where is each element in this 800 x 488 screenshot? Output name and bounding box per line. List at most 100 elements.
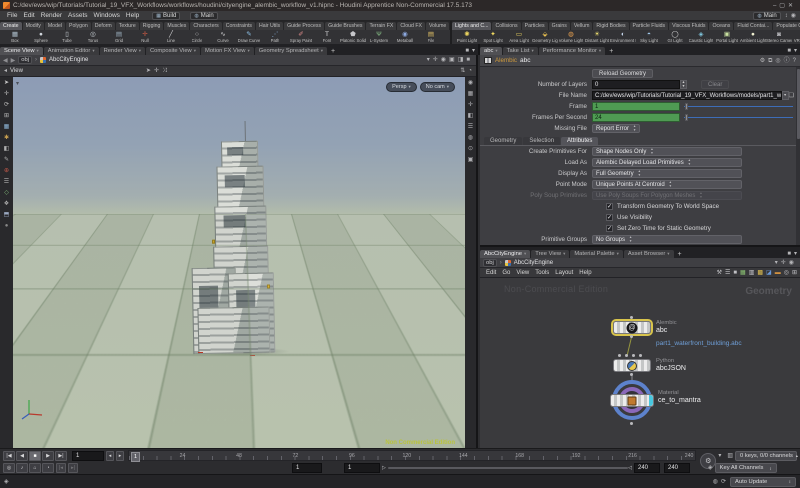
shelf-tab[interactable]: Populate Con... [773, 22, 800, 30]
viewport-3d[interactable]: ▾ Persp No cam Non Commercial Edition [13, 77, 465, 448]
shelf-tab[interactable]: Guide Process [284, 22, 324, 30]
shelf-tool[interactable]: ▯ Tube [54, 31, 80, 43]
sim-cache-icon[interactable]: ⌂ [29, 463, 41, 473]
shelf-tool[interactable]: ▣ Portal Light [714, 31, 740, 43]
layers-field[interactable]: 0 [592, 80, 680, 89]
lighting-icon[interactable]: ◍ [468, 135, 473, 142]
play-button[interactable]: ▶ [42, 451, 54, 461]
search-icon[interactable]: ◎ [775, 57, 780, 65]
shelf-tool[interactable]: Ψ L-System [366, 31, 392, 43]
pane-tab[interactable]: Motion FX View [201, 47, 254, 55]
pane-maximize-icon[interactable]: ▣ [449, 56, 455, 64]
snap-icon[interactable]: ✱ [4, 135, 9, 142]
shelf-tool[interactable]: ✎ Draw Curve [236, 31, 262, 43]
shelf-tab[interactable]: Cloud FX [397, 22, 425, 30]
pane-tab[interactable]: Render View [100, 47, 145, 55]
playback-range-start-field[interactable]: 1 [344, 463, 380, 473]
zoom-icon[interactable]: ◎ [784, 269, 789, 277]
snapshot-icon[interactable]: ◔ [468, 67, 472, 75]
pane-tab[interactable]: abc [480, 47, 502, 55]
display-icon[interactable]: ⬒ [4, 212, 10, 219]
viewport-tool-icon[interactable]: ⤨ [162, 67, 167, 75]
shelf-tool[interactable]: ⋰ Path [262, 31, 288, 43]
shelf-tab[interactable]: Vellum [571, 22, 593, 30]
file-chooser-icon[interactable]: ❏ [789, 92, 794, 100]
shelf-tool[interactable]: ▤ File [418, 31, 444, 43]
new-tab-button[interactable]: + [606, 48, 616, 55]
range-start-button[interactable]: |◂ [56, 463, 66, 473]
select-tool-icon[interactable]: ➤ [146, 67, 151, 75]
node-output-dot[interactable] [630, 335, 633, 338]
parameter-checkbox[interactable]: ✓ [606, 214, 613, 221]
menu-item[interactable]: File [4, 12, 20, 19]
pane-tab[interactable]: Take List [503, 47, 538, 55]
shelf-tool[interactable]: ╱ Line [158, 31, 184, 43]
shelf-tool[interactable]: ◉ Metaball [392, 31, 418, 43]
layers-stepper[interactable]: ▲▼ [680, 80, 687, 89]
network-canvas[interactable]: Non-Commercial Edition Geometry @ Alembi… [480, 278, 800, 448]
view-tool-icon[interactable]: ◧ [4, 146, 10, 153]
rotate-icon[interactable]: ⟳ [4, 102, 9, 109]
frame-field[interactable]: 1 [592, 102, 680, 111]
close-button[interactable]: ✕ [788, 2, 793, 10]
pane-tab[interactable]: Animation Editor [44, 47, 99, 55]
parameter-dropdown[interactable]: Unique Points At Centroid ▲▼ [592, 180, 742, 189]
pane-menu-icon[interactable]: ■ [787, 250, 791, 258]
node-input-dot[interactable] [618, 354, 621, 357]
shelf-tool[interactable]: ⬟ Platonic Solids [340, 31, 366, 43]
frame-all-icon[interactable]: ⊞ [792, 269, 797, 277]
playback-menu-arrow[interactable]: ▾ [718, 452, 721, 460]
camera-persp-pill[interactable]: Persp [386, 82, 417, 92]
shelf-tab[interactable]: Texture [116, 22, 139, 30]
menu-item[interactable]: Go [499, 270, 513, 276]
parameters-scrollbar[interactable] [796, 67, 800, 245]
help-icon[interactable]: ◉ [791, 12, 796, 20]
tools-icon[interactable]: ❖ [4, 201, 9, 208]
jump-start-button[interactable]: |◀ [3, 451, 15, 461]
range-left-handle[interactable]: ▷ [382, 465, 386, 471]
shelf-tab[interactable]: Volume [426, 22, 449, 30]
shelf-tab[interactable]: Lights and C... [452, 22, 491, 30]
pane-layout-icon[interactable]: ■ [466, 56, 470, 64]
key-all-channels-button[interactable]: Key All Channels ↕ [715, 463, 777, 473]
shelf-tab[interactable]: Rigid Bodies [593, 22, 628, 30]
scene-selector[interactable]: ◍ Main [190, 12, 217, 20]
breadcrumb-node[interactable]: AbcCityEngine [49, 57, 88, 63]
maximize-button[interactable]: ▢ [779, 2, 785, 10]
path-menu-icon[interactable]: ▾ [427, 56, 430, 64]
draw-icon[interactable]: ✎ [4, 157, 9, 164]
path-menu-icon[interactable]: ▾ [775, 259, 778, 267]
link-icon[interactable]: ⧉ [768, 57, 772, 65]
shelf-tool[interactable]: ○ Circle [184, 31, 210, 43]
realtime-toggle-icon[interactable]: ◎ [3, 463, 15, 473]
pane-menu-icon[interactable]: ■ [465, 47, 469, 55]
menu-item[interactable]: Windows [91, 12, 123, 19]
shelf-tab[interactable]: Rigging [140, 22, 164, 30]
pane-split-icon[interactable]: ◨ [458, 56, 464, 64]
shelf-tool[interactable]: ◎ Torus [80, 31, 106, 43]
shelf-tab[interactable]: Grains [549, 22, 570, 30]
list-icon[interactable]: ☰ [4, 179, 9, 186]
frame-next-button[interactable]: ▸ [116, 451, 124, 461]
global-range-end-field[interactable]: 240 [664, 463, 690, 473]
shelf-tool[interactable]: ⬙ Geometry Light [532, 31, 558, 43]
shelf-tab[interactable]: Particle Fluids [630, 22, 669, 30]
parameter-tab[interactable]: Attributes [561, 137, 598, 145]
parameter-dropdown[interactable]: Alembic Delayed Load Primitives ▲▼ [592, 158, 742, 167]
menu-item[interactable]: Help [123, 12, 142, 19]
pin-pane-icon[interactable]: ✛ [433, 56, 438, 64]
network-selector[interactable]: ◍ Main [753, 12, 780, 20]
playback-range-end-field[interactable]: 240 [634, 463, 660, 473]
node-input-dot[interactable] [630, 316, 633, 319]
keys-channels-button[interactable]: 0 keys, 0/0 channels ▴ [735, 451, 797, 461]
menu-item[interactable]: Edit [20, 12, 37, 19]
shelf-tab[interactable]: Polygon [66, 22, 91, 30]
parameter-dropdown[interactable]: Use Poly Soups For Polygon Meshes ▲▼ [592, 191, 742, 200]
playhead-marker[interactable]: 1 [131, 452, 140, 462]
node-abc[interactable]: @ [613, 321, 651, 334]
context-chip[interactable]: obj [18, 56, 32, 64]
shelf-tool[interactable]: ✺ Point Light [454, 31, 480, 43]
node-input-dot[interactable] [625, 354, 628, 357]
scale-icon[interactable]: ⊞ [4, 113, 9, 120]
shelf-tab[interactable]: Create [0, 22, 22, 30]
